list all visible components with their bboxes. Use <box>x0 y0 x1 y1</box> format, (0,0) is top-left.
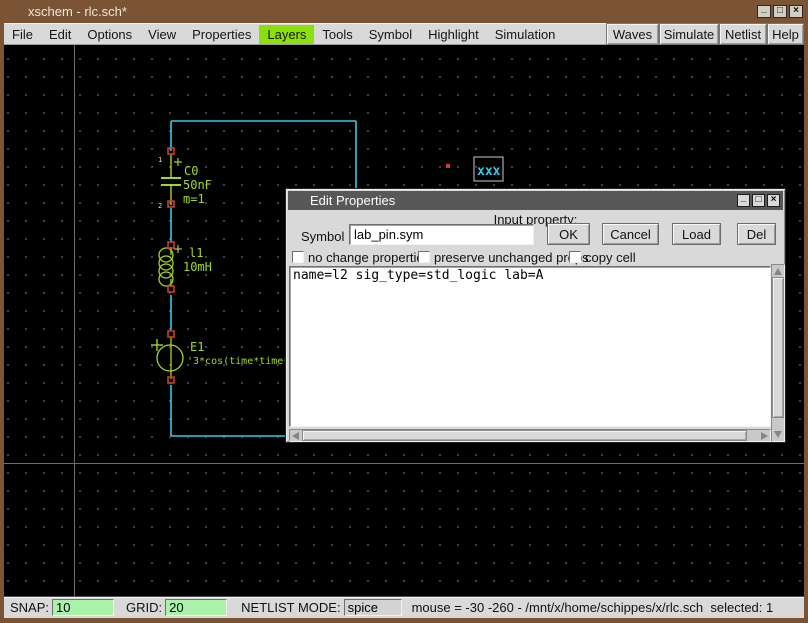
menu-options[interactable]: Options <box>79 25 140 44</box>
menu-file[interactable]: File <box>4 25 41 44</box>
cancel-button[interactable]: Cancel <box>602 223 659 245</box>
dialog-title: Edit Properties <box>310 193 395 208</box>
dialog-close-icon[interactable]: × <box>767 194 780 207</box>
pin-number: 2 <box>158 202 162 210</box>
snap-input[interactable] <box>52 599 114 616</box>
minimize-icon[interactable]: _ <box>757 5 771 18</box>
menu-edit[interactable]: Edit <box>41 25 79 44</box>
dialog-titlebar[interactable]: Edit Properties _ □ × <box>288 191 783 210</box>
xschem-window: xschem - rlc.sch* _ □ × File Edit Option… <box>0 0 808 623</box>
no-change-properties-label: no change properties <box>308 250 430 265</box>
maximize-icon[interactable]: □ <box>773 5 787 18</box>
vertical-scroll-thumb[interactable] <box>772 277 784 418</box>
window-titlebar[interactable]: xschem - rlc.sch* _ □ × <box>0 0 808 23</box>
menu-highlight[interactable]: Highlight <box>420 25 487 44</box>
statusbar: SNAP: GRID: NETLIST MODE: mouse = -30 -2… <box>4 597 804 618</box>
copy-cell-checkbox[interactable] <box>569 251 581 263</box>
inductor-value: 10mH <box>183 260 212 274</box>
menu-view[interactable]: View <box>140 25 184 44</box>
ok-button[interactable]: OK <box>547 223 590 245</box>
netlist-button[interactable]: Netlist <box>719 23 767 45</box>
menu-properties[interactable]: Properties <box>184 25 259 44</box>
menu-symbol[interactable]: Symbol <box>361 25 420 44</box>
capacitor-value: 50nF <box>183 178 212 192</box>
net-label-xxx[interactable]: xxx <box>446 157 503 181</box>
pin-number: 1 <box>158 156 162 164</box>
menu-simulation[interactable]: Simulation <box>487 25 564 44</box>
waves-button[interactable]: Waves <box>606 23 659 45</box>
inductor-l1[interactable]: l1 10mH <box>159 242 212 292</box>
preserve-unchanged-props-label: preserve unchanged props <box>434 250 589 265</box>
grid-input[interactable] <box>165 599 227 616</box>
net-label-text: xxx <box>477 164 501 179</box>
capacitor-ref: C0 <box>184 164 198 178</box>
symbol-label: Symbol <box>301 229 344 244</box>
copy-cell-label: copy cell <box>585 250 636 265</box>
checkbox-row: no change properties preserve unchanged … <box>286 250 785 265</box>
vertical-scrollbar[interactable] <box>771 264 785 442</box>
pin-marker <box>168 331 174 337</box>
symbol-input[interactable] <box>349 224 534 245</box>
edit-properties-dialog: Edit Properties _ □ × Input property: Sy… <box>285 188 786 443</box>
del-button[interactable]: Del <box>737 223 776 245</box>
capacitor-c0[interactable]: 1 2 C0 50nF m=1 <box>158 148 212 210</box>
snap-label: SNAP: <box>10 600 49 615</box>
mouse-status-text: mouse = -30 -260 - /mnt/x/home/schippes/… <box>412 600 774 615</box>
scroll-left-icon[interactable] <box>292 432 299 440</box>
horizontal-scroll-thumb[interactable] <box>302 430 747 441</box>
netlist-mode-input[interactable] <box>344 599 402 616</box>
scroll-up-icon[interactable] <box>774 268 782 275</box>
horizontal-scrollbar[interactable] <box>289 429 771 442</box>
property-textarea[interactable]: name=l2 sig_type=std_logic lab=A <box>289 266 771 427</box>
scroll-down-icon[interactable] <box>774 431 782 438</box>
scroll-right-icon[interactable] <box>761 432 768 440</box>
load-button[interactable]: Load <box>672 223 721 245</box>
window-title: xschem - rlc.sch* <box>28 4 127 19</box>
simulate-button[interactable]: Simulate <box>659 23 719 45</box>
menu-layers[interactable]: Layers <box>259 25 314 44</box>
close-icon[interactable]: × <box>789 5 803 18</box>
netlist-mode-label: NETLIST MODE: <box>241 600 340 615</box>
menubar: File Edit Options View Properties Layers… <box>4 23 804 45</box>
no-change-properties-checkbox[interactable] <box>292 251 304 263</box>
preserve-unchanged-props-checkbox[interactable] <box>418 251 430 263</box>
menu-tools[interactable]: Tools <box>314 25 360 44</box>
source-ref: E1 <box>190 340 204 354</box>
capacitor-mult: m=1 <box>183 192 205 206</box>
inductor-ref: l1 <box>189 246 203 260</box>
help-button[interactable]: Help <box>767 23 804 45</box>
dialog-minimize-icon[interactable]: _ <box>737 194 750 207</box>
dialog-maximize-icon[interactable]: □ <box>752 194 765 207</box>
grid-label: GRID: <box>126 600 162 615</box>
pin-marker <box>446 164 450 168</box>
